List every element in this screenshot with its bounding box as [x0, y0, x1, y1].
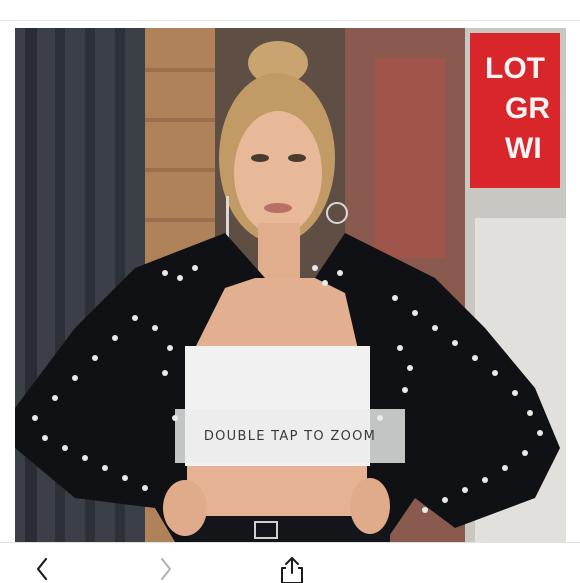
share-icon: [277, 553, 307, 583]
chevron-right-icon: [151, 555, 181, 583]
double-tap-zoom-hint: DOUBLE TAP TO ZOOM: [175, 409, 405, 463]
product-photo-image: LOT GR WI: [15, 28, 566, 542]
bottom-toolbar: [0, 542, 580, 583]
share-button[interactable]: [277, 553, 307, 583]
chevron-left-icon: [27, 555, 57, 583]
back-button[interactable]: [27, 555, 57, 583]
svg-text:WI: WI: [505, 132, 542, 165]
svg-text:GR: GR: [505, 92, 550, 125]
top-divider: [0, 20, 580, 21]
svg-text:LOT: LOT: [485, 52, 545, 85]
product-photo[interactable]: LOT GR WI: [15, 28, 566, 542]
forward-button[interactable]: [151, 555, 181, 583]
